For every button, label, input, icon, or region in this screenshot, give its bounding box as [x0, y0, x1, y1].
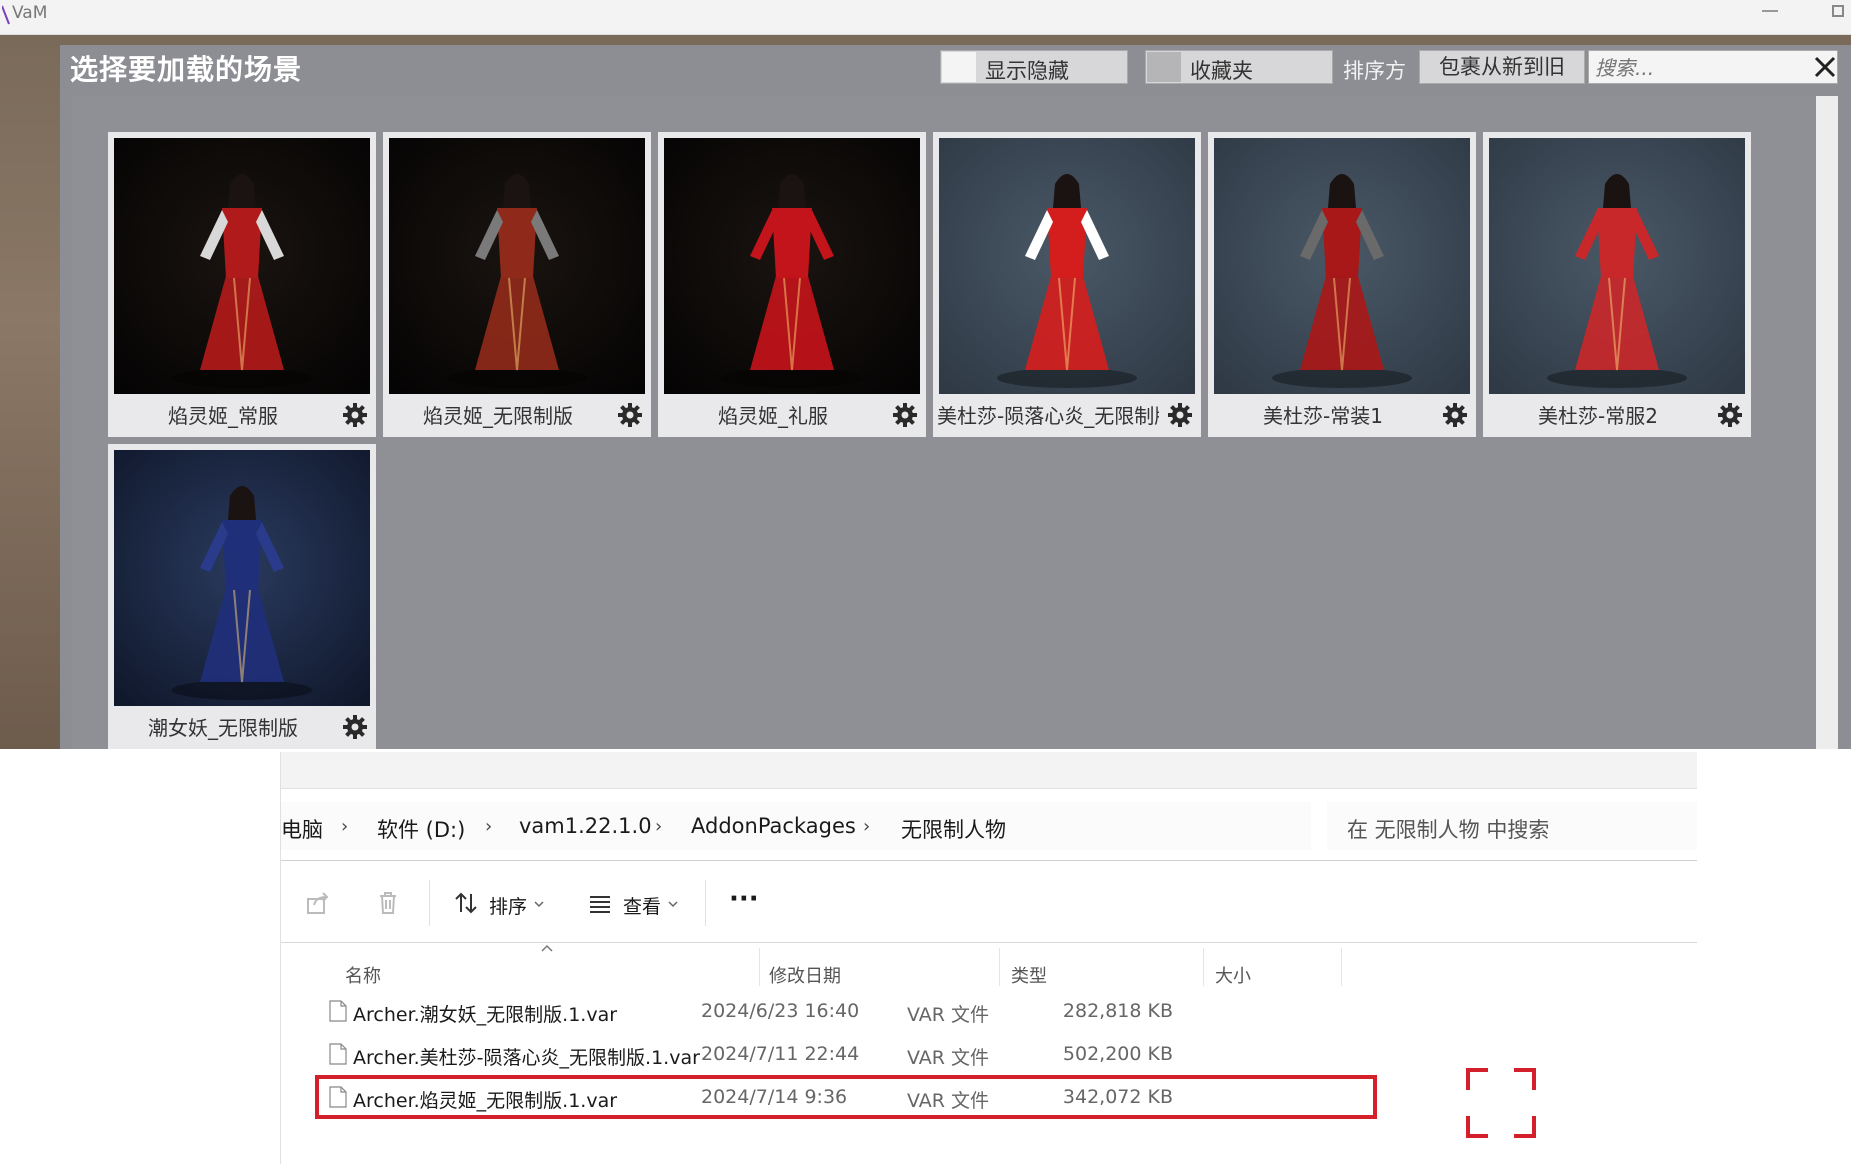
more-options-button[interactable]: ···: [729, 884, 759, 914]
scene-card-label: 焰灵姬_常服: [168, 404, 278, 428]
scene-search-input[interactable]: [1593, 53, 1797, 83]
scene-card[interactable]: 焰灵姬_礼服: [658, 132, 926, 437]
scene-thumbnail[interactable]: [389, 138, 645, 394]
scene-thumbnail[interactable]: [1489, 138, 1745, 394]
show-hidden-toggle[interactable]: 显示隐藏: [940, 50, 1128, 84]
trash-icon[interactable]: [375, 890, 401, 916]
folder-search-placeholder: 在 无限制人物 中搜索: [1347, 818, 1550, 842]
gear-icon[interactable]: [617, 402, 643, 428]
chevron-down-icon: [668, 901, 678, 908]
sort-caption: 排序方: [1343, 59, 1406, 83]
panel-title: 选择要加载的场景: [70, 53, 303, 86]
scene-card-label: 美杜莎-常装1: [1263, 404, 1383, 428]
file-name: Archer.潮女妖_无限制版.1.var: [353, 1004, 618, 1026]
scene-thumbnail[interactable]: [939, 138, 1195, 394]
file-icon: [329, 1086, 347, 1108]
file-row[interactable]: Archer.潮女妖_无限制版.1.var 2024/6/23 16:40 VA…: [311, 992, 1421, 1032]
file-size: 342,072 KB: [1062, 1086, 1173, 1108]
scene-card-label: 美杜莎-陨落心炎_无限制版: [937, 404, 1159, 428]
favorites-toggle[interactable]: 收藏夹: [1145, 50, 1333, 84]
column-header-size[interactable]: 大小: [1215, 962, 1251, 988]
scene-card[interactable]: 焰灵姬_无限制版: [383, 132, 651, 437]
column-header-name[interactable]: 名称: [345, 962, 381, 988]
scene-card[interactable]: 美杜莎-常装1: [1208, 132, 1476, 437]
file-size: 502,200 KB: [1062, 1043, 1173, 1065]
file-type: VAR 文件: [907, 1004, 990, 1026]
file-row[interactable]: Archer.美杜莎-陨落心炎_无限制版.1.var 2024/7/11 22:…: [311, 1035, 1421, 1075]
scan-frame-icon: [1466, 1068, 1536, 1138]
sort-ascending-icon: [541, 944, 553, 952]
column-header-date[interactable]: 修改日期: [769, 962, 841, 988]
breadcrumb-vam-folder[interactable]: vam1.22.1.0: [519, 814, 652, 838]
file-size: 282,818 KB: [1062, 1000, 1173, 1022]
scene-thumbnail[interactable]: [114, 450, 370, 706]
minimize-button[interactable]: [1762, 10, 1778, 12]
scene-card[interactable]: 潮女妖_无限制版: [108, 444, 376, 749]
sort-button-label[interactable]: 排序: [489, 892, 527, 919]
view-button-label[interactable]: 查看: [623, 892, 661, 919]
scene-card[interactable]: 焰灵姬_常服: [108, 132, 376, 437]
chevron-right-icon: ›: [655, 816, 663, 837]
chevron-right-icon: ›: [863, 816, 871, 837]
file-date: 2024/6/23 16:40: [701, 1000, 860, 1022]
file-icon: [329, 1043, 347, 1065]
breadcrumb-addonpackages[interactable]: AddonPackages: [691, 814, 856, 838]
gear-icon[interactable]: [1717, 402, 1743, 428]
column-separator[interactable]: [1341, 948, 1342, 986]
chevron-right-icon: ›: [341, 816, 349, 837]
vam-titlebar: VaM: [0, 0, 1851, 35]
scene-thumbnail[interactable]: [664, 138, 920, 394]
breadcrumb-drive[interactable]: 软件 (D:): [377, 814, 465, 844]
sort-dropdown[interactable]: 包裹从新到旧: [1419, 50, 1585, 84]
sort-arrows-icon[interactable]: [453, 890, 479, 916]
maximize-button[interactable]: [1832, 5, 1844, 17]
toggle-label: 显示隐藏: [985, 59, 1069, 83]
breadcrumb-current-folder[interactable]: 无限制人物: [901, 814, 1006, 844]
divider: [281, 860, 1697, 861]
file-icon: [329, 1000, 347, 1022]
file-name: Archer.焰灵姬_无限制版.1.var: [353, 1090, 618, 1112]
explorer-tab-strip: [281, 752, 1697, 789]
column-separator[interactable]: [759, 948, 760, 986]
scene-card-label: 美杜莎-常服2: [1538, 404, 1658, 428]
toggle-checkbox[interactable]: [942, 52, 976, 82]
vam-logo-icon: [2, 5, 10, 25]
scene-thumbnail[interactable]: [1214, 138, 1470, 394]
scene-card-label: 焰灵姬_无限制版: [423, 404, 573, 428]
column-separator[interactable]: [999, 948, 1000, 986]
toggle-checkbox[interactable]: [1147, 52, 1181, 82]
file-date: 2024/7/14 9:36: [701, 1086, 848, 1108]
scene-grid-scrollbar[interactable]: [1816, 96, 1838, 749]
gear-icon[interactable]: [892, 402, 918, 428]
file-name: Archer.美杜莎-陨落心炎_无限制版.1.var: [353, 1047, 700, 1069]
view-list-icon[interactable]: [587, 890, 613, 916]
toolbar-separator: [705, 880, 706, 926]
column-separator[interactable]: [1203, 948, 1204, 986]
chevron-down-icon: [534, 901, 544, 908]
gear-icon[interactable]: [342, 402, 368, 428]
gear-icon[interactable]: [342, 714, 368, 740]
scene-card[interactable]: 美杜莎-陨落心炎_无限制版: [933, 132, 1201, 437]
share-icon[interactable]: [305, 890, 331, 916]
window-title: VaM: [12, 3, 48, 23]
file-row-highlighted[interactable]: Archer.焰灵姬_无限制版.1.var 2024/7/14 9:36 VAR…: [311, 1078, 1421, 1118]
column-header-type[interactable]: 类型: [1011, 962, 1047, 988]
file-type: VAR 文件: [907, 1090, 990, 1112]
toolbar-separator: [429, 880, 430, 926]
file-type: VAR 文件: [907, 1047, 990, 1069]
scene-card[interactable]: 美杜莎-常服2: [1483, 132, 1751, 437]
scene-search-box[interactable]: [1588, 50, 1838, 84]
file-date: 2024/7/11 22:44: [701, 1043, 860, 1065]
gear-icon[interactable]: [1167, 402, 1193, 428]
divider: [281, 942, 1697, 943]
scene-card-label: 潮女妖_无限制版: [148, 716, 298, 740]
close-icon[interactable]: [1812, 54, 1838, 80]
breadcrumb-this-pc[interactable]: 电脑: [281, 814, 323, 844]
scene-card-label: 焰灵姬_礼服: [718, 404, 828, 428]
scene-thumbnail[interactable]: [114, 138, 370, 394]
chevron-right-icon: ›: [485, 816, 493, 837]
gear-icon[interactable]: [1442, 402, 1468, 428]
toggle-label: 收藏夹: [1190, 59, 1253, 83]
